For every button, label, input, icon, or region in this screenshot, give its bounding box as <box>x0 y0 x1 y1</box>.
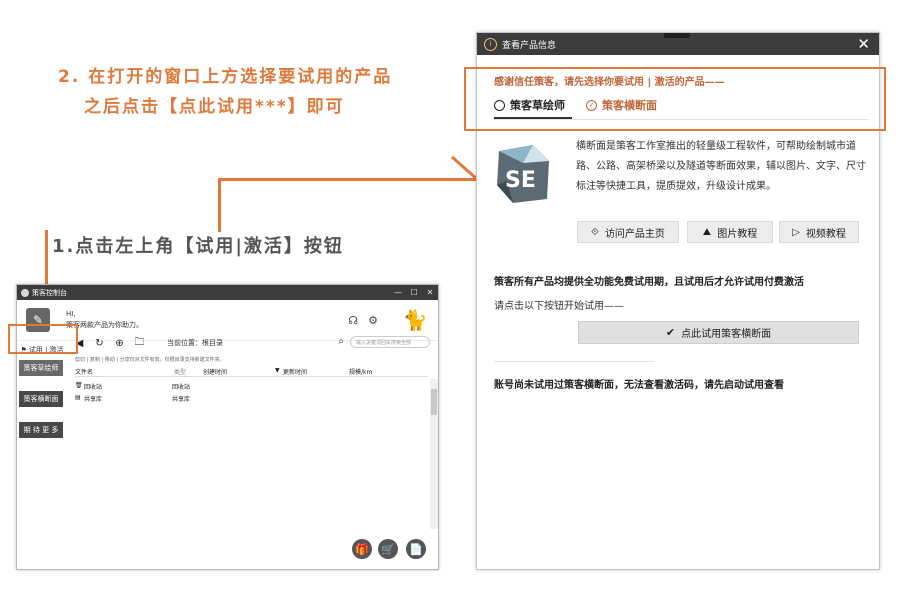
link-icon: ⟐ <box>591 226 599 238</box>
row-name: 共享库 <box>84 396 103 403</box>
step2-caption: 2. 在打开的窗口上方选择要试用的产品 之后点击【点此试用***】即可 <box>58 62 392 122</box>
gear-icon[interactable]: ⚙ <box>368 314 378 327</box>
search-icon[interactable]: ⌕ <box>338 336 344 347</box>
visit-homepage-label: 访问产品主页 <box>604 228 665 240</box>
connector-horizontal <box>218 178 476 181</box>
sidebar-item-more[interactable]: 期 待 更 多 <box>19 422 63 438</box>
table-row[interactable]: 🗑 回收站 回收站 <box>75 381 428 392</box>
video-tutorial-label: 视频教程 <box>805 228 846 240</box>
close-icon[interactable]: ✕ <box>422 288 438 297</box>
not-activated-notice: 账号尚未试用过策客横断面，无法查看激活码，请先启动试用查看 <box>494 380 784 391</box>
start-trial-label: 点此试用策客横断面 <box>681 329 772 340</box>
image-icon: ⛰ <box>702 226 712 238</box>
table-row[interactable]: ▤ 共享库 共享库 <box>75 393 428 404</box>
dialog-titlebar: i 查看产品信息 ✕ <box>477 33 879 55</box>
row-name: 回收站 <box>84 384 103 391</box>
col-scale[interactable]: 规模/km <box>349 367 372 376</box>
console-window: 策客控制台 — ☐ ✕ ✎ HI, 策客两款产品为你助力。 ☊ ⚙ 🐈 ⚑ 试用… <box>16 284 439 570</box>
se-product-logo-icon: SE <box>497 145 549 203</box>
sidebar-item-cross-section[interactable]: 策客横断面 <box>19 391 63 407</box>
highlight-try-activate <box>8 324 78 354</box>
library-icon: ▤ <box>75 394 81 401</box>
scrollbar-thumb[interactable] <box>431 389 437 415</box>
add-icon[interactable]: ⊕ <box>113 337 126 350</box>
sort-down-icon: ▼ <box>275 367 280 374</box>
step2-line1: 2. 在打开的窗口上方选择要试用的产品 <box>58 67 393 87</box>
console-sidebar: ⚑ 试用 | 激活 策客草绘师 策客横断面 期 待 更 多 <box>17 342 67 567</box>
headset-icon[interactable]: ☊ <box>348 314 358 327</box>
search-input[interactable]: 输入关键词回车搜索全部 <box>350 336 430 348</box>
free-trial-notice: 策客所有产品均提供全功能免费试用期，且试用后才允许试用付费激活 <box>494 277 804 288</box>
se-logo-text: SE <box>505 168 536 193</box>
visit-homepage-button[interactable]: ⟐ 访问产品主页 <box>577 221 679 243</box>
dialog-title: 查看产品信息 <box>502 40 557 51</box>
row-type: 共享库 <box>172 396 191 403</box>
minimize-icon[interactable]: — <box>390 288 406 297</box>
step1-caption: 1.点击左上角【试用|激活】按钮 <box>52 236 344 257</box>
console-toolbar: ◀ ↻ ⊕ 🗀 当前位置：根目录 ⌕ 输入关键词回车搜索全部 <box>73 334 438 352</box>
maximize-icon[interactable]: ☐ <box>406 288 422 297</box>
col-name[interactable]: 文件名 <box>75 367 93 376</box>
play-icon: ▷ <box>792 226 800 238</box>
new-folder-icon[interactable]: 🗀 <box>133 337 146 350</box>
current-location: 当前位置：根目录 <box>167 339 223 347</box>
greeting-hi: HI, <box>66 310 76 318</box>
col-type[interactable]: 类型 <box>174 367 186 376</box>
trash-icon: 🗑 <box>75 382 83 389</box>
highlight-product-tabs <box>464 67 886 131</box>
file-table-header: 文件名 类型 创建时间 ▼ 更新时间 规模/km <box>75 366 428 377</box>
connector-vertical-mid <box>218 178 221 232</box>
info-icon: i <box>484 37 497 51</box>
checkmark-icon: ✔ <box>665 326 676 339</box>
document-icon[interactable]: 📄 <box>406 539 426 559</box>
toolbar-hint: 剪切 | 复制 | 移动 | 分享仅对文件有效。仅根目录支持新建文件夹。 <box>75 357 225 363</box>
cart-icon[interactable]: 🛒 <box>378 539 398 559</box>
console-title: 策客控制台 <box>32 288 67 297</box>
start-trial-hint: 请点击以下按钮开始试用—— <box>494 301 624 312</box>
close-icon[interactable]: ✕ <box>857 35 870 53</box>
col-updated[interactable]: 更新时间 <box>283 367 307 376</box>
row-type: 回收站 <box>172 384 191 391</box>
console-titlebar: 策客控制台 — ☐ ✕ <box>17 285 438 300</box>
app-logo-icon <box>21 288 29 297</box>
product-description: 横断面是策客工作室推出的轻量级工程软件，可帮助绘制城市道路、公路、高架桥梁以及隧… <box>576 141 866 192</box>
image-tutorial-button[interactable]: ⛰ 图片教程 <box>687 221 773 243</box>
gift-icon[interactable]: 🎁 <box>352 539 372 559</box>
start-trial-button[interactable]: ✔ 点此试用策客横断面 <box>578 321 859 344</box>
step2-line2: 之后点击【点此试用***】即可 <box>84 97 345 117</box>
sidebar-item-sketcher[interactable]: 策客草绘师 <box>19 360 63 376</box>
image-tutorial-label: 图片教程 <box>717 228 758 240</box>
video-tutorial-button[interactable]: ▷ 视频教程 <box>779 221 859 243</box>
scrollbar[interactable] <box>430 379 438 529</box>
refresh-icon[interactable]: ↻ <box>93 337 106 350</box>
drag-handle[interactable] <box>664 33 690 38</box>
col-created[interactable]: 创建时间 <box>203 367 227 376</box>
divider <box>494 361 654 362</box>
cat-mascot-icon: 🐈 <box>402 308 428 332</box>
